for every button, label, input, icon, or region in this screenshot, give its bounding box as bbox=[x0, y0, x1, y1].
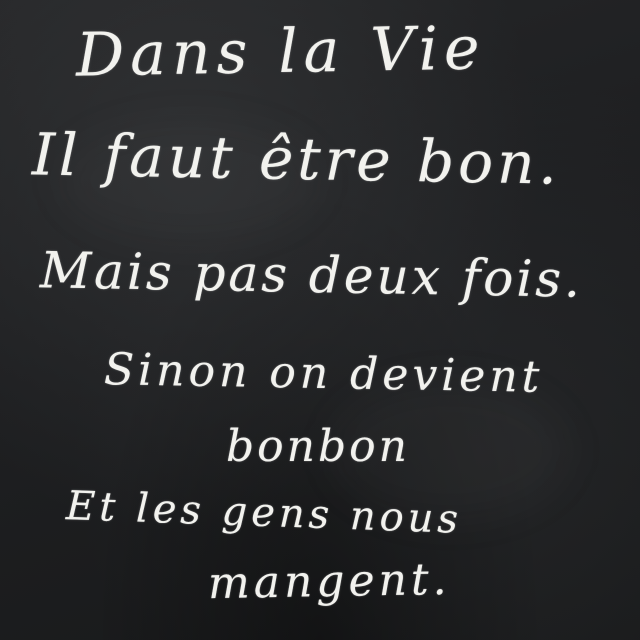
chalk-line-1: Dans la Vie bbox=[75, 13, 486, 91]
chalk-line-3: Mais pas deux fois. bbox=[39, 241, 584, 309]
chalk-line-5: bonbon bbox=[226, 421, 410, 472]
chalk-line-2: Il faut être bon. bbox=[31, 120, 562, 198]
chalk-line-7: mangent. bbox=[207, 553, 451, 610]
chalk-line-6: Et les gens nous bbox=[65, 483, 463, 543]
chalkboard: Dans la Vie Il faut être bon. Mais pas d… bbox=[0, 0, 640, 640]
chalk-line-4: Sinon on devient bbox=[103, 344, 544, 403]
